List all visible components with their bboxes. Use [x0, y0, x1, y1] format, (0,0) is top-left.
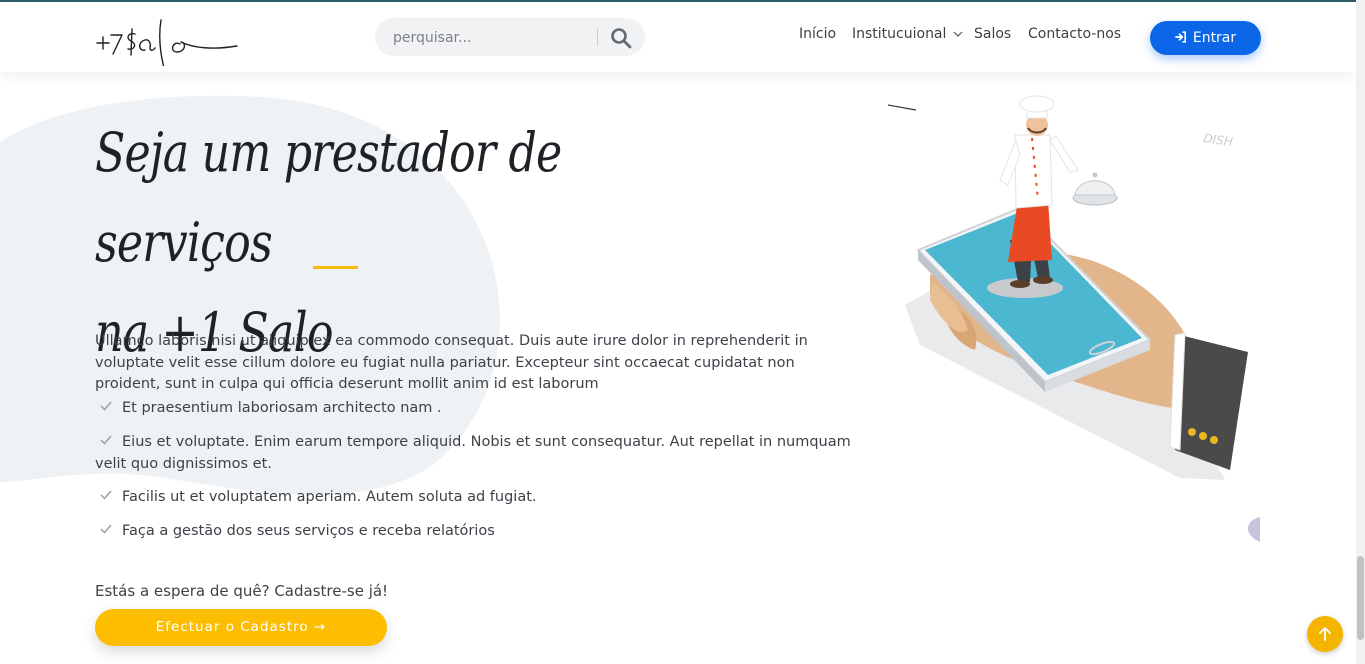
list-item-text: Eius et voluptate. Enim earum tempore al…	[95, 434, 851, 472]
list-item: Et praesentium laboriosam architecto nam…	[95, 397, 855, 419]
title-accent-underline	[313, 266, 358, 269]
list-item-text: Facilis ut et voluptatem aperiam. Autem …	[122, 489, 537, 505]
hero-title-line-1: Seja um prestador de serviços	[95, 121, 562, 274]
chevron-down-icon	[953, 31, 963, 37]
check-icon	[100, 524, 112, 534]
nav-item-institucional[interactable]: Institucuional	[852, 26, 963, 42]
list-item-text: Et praesentium laboriosam architecto nam…	[122, 400, 442, 416]
list-item-text: Faça a gestão dos seus serviços e receba…	[122, 523, 495, 539]
check-icon	[100, 401, 112, 411]
dish-label: DISH	[1203, 131, 1234, 149]
list-item: Faça a gestão dos seus serviços e receba…	[95, 520, 855, 542]
list-item: Facilis ut et voluptatem aperiam. Autem …	[95, 486, 855, 508]
nav-item-contacto[interactable]: Contacto-nos	[1028, 26, 1121, 42]
list-item: Eius et voluptate. Enim earum tempore al…	[95, 431, 855, 475]
hero-intro-text: Ullamco laboris nisi ut aliquip ex ea co…	[95, 333, 808, 392]
page-scrollbar[interactable]	[1356, 0, 1365, 664]
arrow-up-icon	[1319, 627, 1331, 641]
register-button[interactable]: Efectuar o Cadastro →	[95, 609, 387, 646]
cta-prompt: Estás a espera de quê? Cadastre-se já!	[95, 582, 389, 600]
site-logo[interactable]	[95, 10, 240, 66]
nav-item-salos[interactable]: Salos	[974, 26, 1011, 42]
search-icon[interactable]	[609, 26, 633, 50]
nav-item-label: Institucuional	[852, 26, 947, 42]
chef-on-phone-illustration: DISH	[887, 95, 1260, 542]
search-input[interactable]	[391, 18, 595, 58]
login-button[interactable]: Entrar	[1150, 21, 1261, 55]
check-icon	[100, 435, 112, 445]
search-bar	[375, 18, 645, 58]
scrollbar-thumb[interactable]	[1357, 556, 1364, 640]
back-to-top-button[interactable]	[1307, 616, 1343, 652]
search-divider	[597, 28, 598, 46]
sign-in-icon	[1174, 31, 1186, 43]
nav-item-inicio[interactable]: Início	[799, 26, 836, 42]
login-label: Entrar	[1192, 30, 1237, 46]
site-header: Início Institucuional Salos Contacto-nos…	[0, 2, 1356, 72]
check-icon	[100, 490, 112, 500]
